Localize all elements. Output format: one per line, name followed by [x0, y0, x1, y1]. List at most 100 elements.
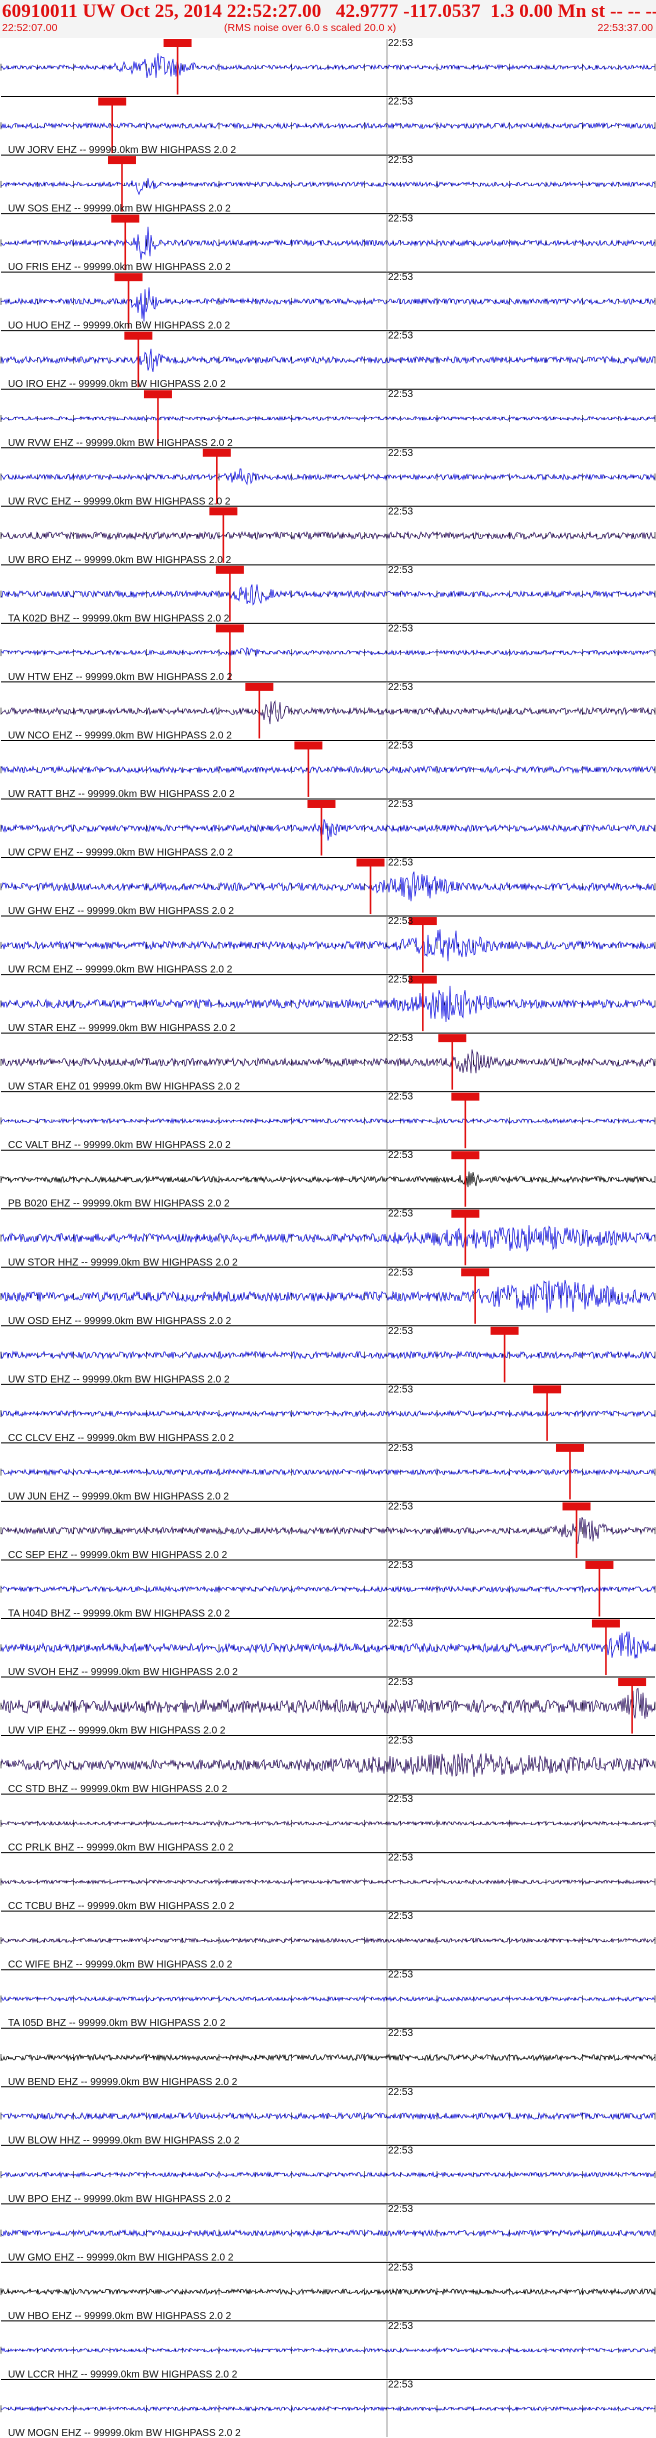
track-label: UW HTW EHZ -- 99999.0km BW HIGHPASS 2.0 …	[8, 672, 233, 683]
minute-label: 22:53	[388, 1736, 413, 1747]
minute-label: 22:53	[388, 448, 413, 459]
minute-label: 22:53	[388, 1092, 413, 1103]
phase-pick-flag	[209, 507, 238, 516]
end-time: 22:53:37.00	[597, 22, 653, 34]
track-label: UW STAR EHZ -- 99999.0km BW HIGHPASS 2.0…	[8, 1023, 236, 1034]
phase-pick-flag	[533, 1385, 562, 1394]
record-header: 60910011 UW Oct 25, 2014 22:52:27.00 42.…	[0, 0, 656, 38]
minute-label: 22:53	[388, 682, 413, 693]
phase-pick-flag	[307, 799, 336, 808]
track-label: UW CPW EHZ -- 99999.0km BW HIGHPASS 2.0 …	[8, 848, 233, 859]
phase-pick-flag	[163, 39, 192, 47]
minute-label: 22:53	[388, 1209, 413, 1220]
phase-pick-flag	[591, 1619, 620, 1628]
record-title: 60910011 UW Oct 25, 2014 22:52:27.00 42.…	[2, 1, 656, 22]
phase-pick-flag	[555, 1443, 584, 1452]
trace-line	[0, 1631, 656, 1659]
minute-label: 22:53	[388, 38, 413, 49]
track-label: UW JORV EHZ -- 99999.0km BW HIGHPASS 2.0…	[8, 145, 236, 156]
track-label: UW MOGN EHZ -- 99999.0km BW HIGHPASS 2.0…	[8, 2428, 241, 2438]
track-label: UW SOS EHZ -- 99999.0km BW HIGHPASS 2.0 …	[8, 204, 231, 215]
phase-pick-flag	[215, 565, 244, 574]
track-label: UW BPO EHZ -- 99999.0km BW HIGHPASS 2.0 …	[8, 2194, 231, 2205]
minute-label: 22:53	[388, 975, 413, 986]
minute-label: 22:53	[388, 1618, 413, 1629]
track-label: UW HBO EHZ -- 99999.0km BW HIGHPASS 2.0 …	[8, 2311, 232, 2322]
minute-label: 22:53	[388, 2028, 413, 2039]
track-label: UW VIP EHZ -- 99999.0km BW HIGHPASS 2.0 …	[8, 1726, 226, 1737]
minute-label: 22:53	[388, 2087, 413, 2098]
phase-pick-flag	[124, 331, 153, 340]
track-label: UW RCM EHZ -- 99999.0km BW HIGHPASS 2.0 …	[8, 965, 233, 976]
phase-pick-flag	[451, 1151, 480, 1160]
minute-label: 22:53	[388, 2262, 413, 2273]
track-label: UO IRO EHZ -- 99999.0km BW HIGHPASS 2.0 …	[8, 379, 226, 390]
track-label: CC TCBU BHZ -- 99999.0km BW HIGHPASS 2.0…	[8, 1901, 235, 1912]
track-label: PB B020 EHZ -- 99999.0km BW HIGHPASS 2.0…	[8, 1199, 230, 1210]
minute-label: 22:53	[388, 916, 413, 927]
minute-label: 22:53	[388, 1267, 413, 1278]
track-label: CC WIFE BHZ -- 99999.0km BW HIGHPASS 2.0…	[8, 1960, 233, 1971]
track-label: UW RATT BHZ -- 99999.0km BW HIGHPASS 2.0…	[8, 789, 235, 800]
start-time: 22:52:07.00	[2, 22, 58, 34]
minute-label: 22:53	[388, 1443, 413, 1454]
minute-label: 22:53	[388, 1501, 413, 1512]
phase-pick-flag	[451, 1209, 480, 1218]
track-label: CC CLCV EHZ -- 99999.0km BW HIGHPASS 2.0…	[8, 1433, 234, 1444]
track-label: CC PRLK BHZ -- 99999.0km BW HIGHPASS 2.0…	[8, 1843, 234, 1854]
minute-label: 22:53	[388, 1970, 413, 1981]
track-label: UO HUO EHZ -- 99999.0km BW HIGHPASS 2.0 …	[8, 321, 231, 332]
minute-label: 22:53	[388, 1794, 413, 1805]
minute-label: 22:53	[388, 565, 413, 576]
track-label: TA K02D BHZ -- 99999.0km BW HIGHPASS 2.0…	[8, 613, 230, 624]
track-label: UW LCCR HHZ -- 99999.0km BW HIGHPASS 2.0…	[8, 2369, 238, 2380]
phase-pick-flag	[490, 1326, 519, 1335]
phase-pick-flag	[98, 97, 127, 106]
minute-label: 22:53	[388, 272, 413, 283]
track-label: UW BLOW HHZ -- 99999.0km BW HIGHPASS 2.0…	[8, 2135, 240, 2146]
track-label: CC STD BHZ -- 99999.0km BW HIGHPASS 2.0 …	[8, 1784, 228, 1795]
phase-pick-flag	[114, 273, 143, 282]
track-label: UW GMO EHZ -- 99999.0km BW HIGHPASS 2.0 …	[8, 2252, 234, 2263]
phase-pick-flag	[107, 156, 136, 165]
minute-label: 22:53	[388, 506, 413, 517]
track-label: UW SVOH EHZ -- 99999.0km BW HIGHPASS 2.0…	[8, 1667, 238, 1678]
minute-label: 22:53	[388, 2379, 413, 2390]
minute-label: 22:53	[388, 1853, 413, 1864]
minute-label: 22:53	[388, 214, 413, 225]
phase-pick-flag	[356, 858, 385, 867]
track-label: TA H04D BHZ -- 99999.0km BW HIGHPASS 2.0…	[8, 1608, 230, 1619]
track-label: UW STOR HHZ -- 99999.0km BW HIGHPASS 2.0…	[8, 1257, 238, 1268]
minute-label: 22:53	[388, 155, 413, 166]
phase-pick-flag	[585, 1560, 614, 1569]
track-label: TA I05D BHZ -- 99999.0km BW HIGHPASS 2.0…	[8, 2018, 226, 2029]
track-label: UW JUN EHZ -- 99999.0km BW HIGHPASS 2.0 …	[8, 1491, 229, 1502]
minute-label: 22:53	[388, 2204, 413, 2215]
seismogram-plot: 22:53 22:53 UW JORV EHZ -- 99999.0km BW HI…	[0, 38, 656, 2438]
minute-label: 22:53	[388, 97, 413, 108]
track-label: UW STD EHZ -- 99999.0km BW HIGHPASS 2.0 …	[8, 1374, 230, 1385]
phase-pick-flag	[245, 682, 274, 691]
minute-label: 22:53	[388, 799, 413, 810]
phase-pick-flag	[438, 1034, 467, 1043]
minute-label: 22:53	[388, 858, 413, 869]
phase-pick-flag	[143, 390, 172, 399]
phase-pick-flag	[618, 1678, 647, 1687]
phase-pick-flag	[562, 1502, 591, 1511]
track-label: UW BRO EHZ -- 99999.0km BW HIGHPASS 2.0 …	[8, 555, 232, 566]
trace-line	[0, 1687, 656, 1719]
track-label: UO FRIS EHZ -- 99999.0km BW HIGHPASS 2.0…	[8, 262, 231, 273]
minute-label: 22:53	[388, 1384, 413, 1395]
minute-label: 22:53	[388, 1911, 413, 1922]
minute-label: 22:53	[388, 1150, 413, 1161]
minute-label: 22:53	[388, 331, 413, 342]
phase-pick-flag	[461, 1268, 490, 1277]
picks-layer	[98, 39, 647, 1734]
noise-note: (RMS noise over 6.0 s scaled 20.0 x)	[224, 22, 397, 34]
phase-pick-flag	[202, 448, 231, 457]
minute-label: 22:53	[388, 1033, 413, 1044]
minute-label: 22:53	[388, 389, 413, 400]
track-label: UW RVC EHZ -- 99999.0km BW HIGHPASS 2.0 …	[8, 496, 231, 507]
phase-pick-flag	[451, 1092, 480, 1101]
track-label: UW GHW EHZ -- 99999.0km BW HIGHPASS 2.0 …	[8, 906, 234, 917]
